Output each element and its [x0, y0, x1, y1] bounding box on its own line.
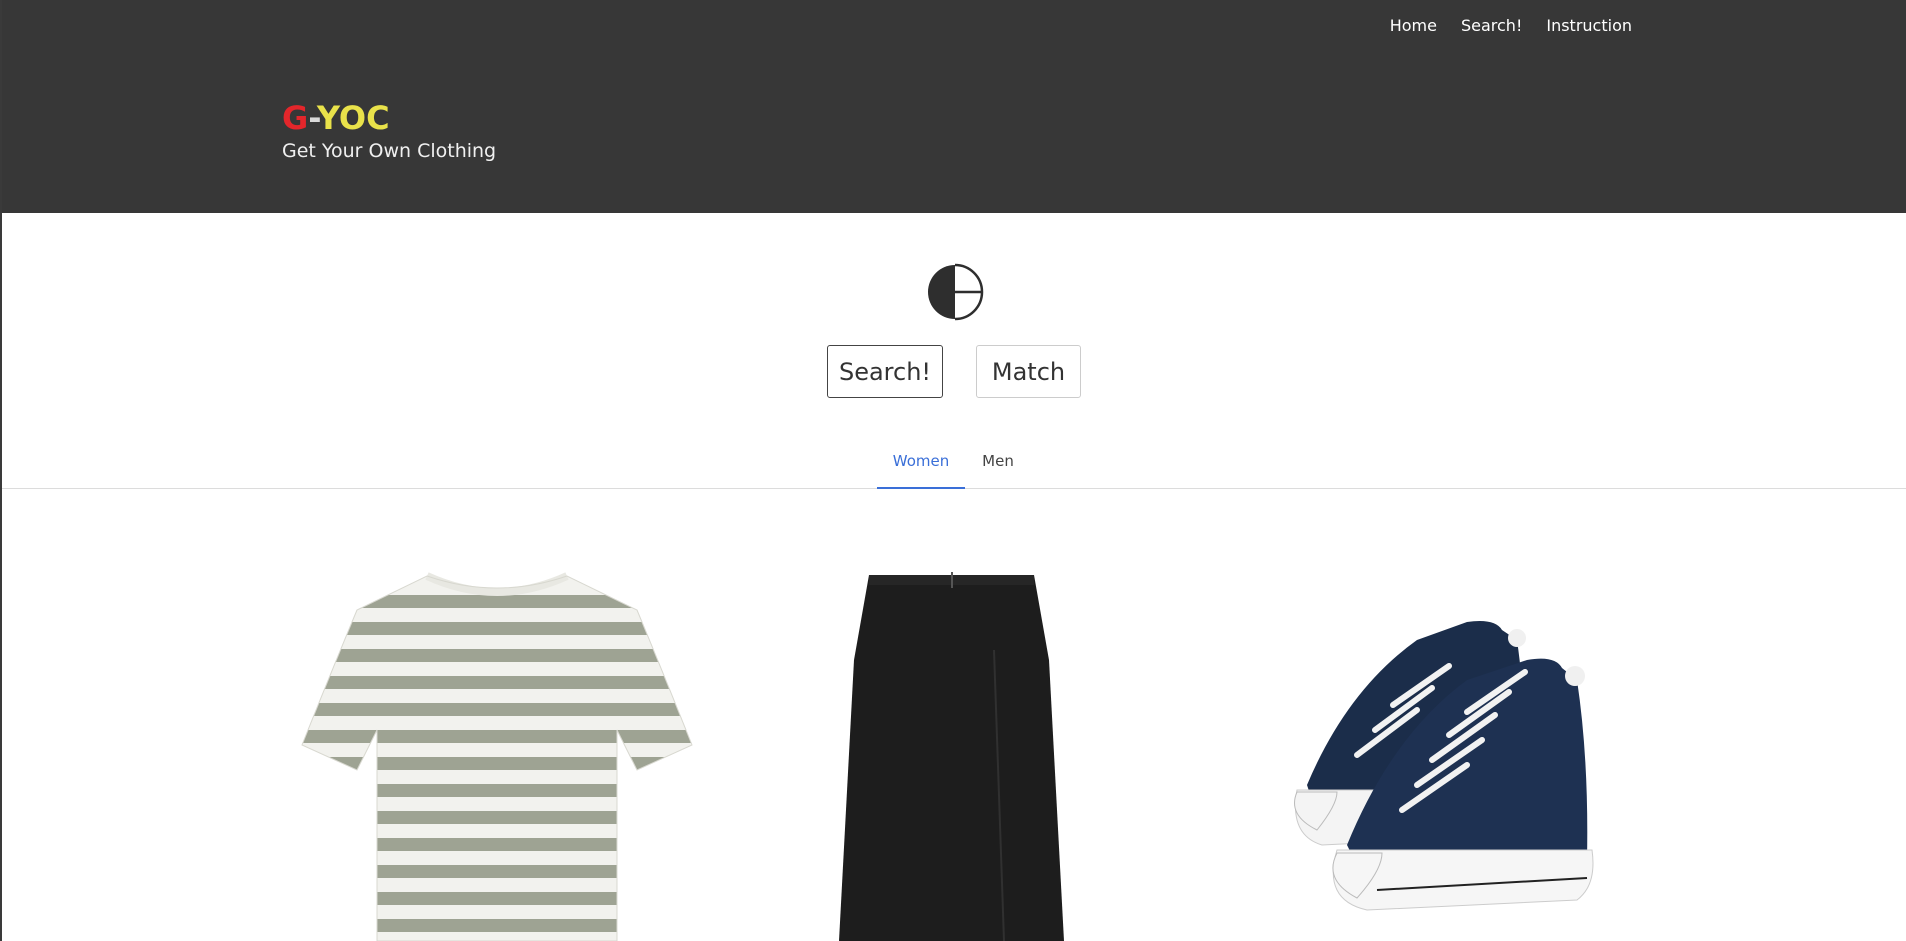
g-logo-icon: [928, 263, 984, 321]
striped-tshirt-image[interactable]: [297, 560, 697, 941]
top-nav: Home Search! Instruction: [1390, 16, 1632, 35]
match-button[interactable]: Match: [976, 345, 1081, 398]
category-tabs: Women Men: [2, 452, 1906, 489]
tab-women[interactable]: Women: [877, 452, 965, 489]
brand-title: G-YOC: [282, 100, 496, 136]
black-skirt-image[interactable]: [834, 560, 1074, 941]
brand: G-YOC Get Your Own Clothing: [282, 100, 496, 162]
brand-tagline: Get Your Own Clothing: [282, 140, 497, 162]
brand-yoc: YOC: [316, 99, 390, 137]
nav-home-link[interactable]: Home: [1390, 16, 1437, 35]
navy-sneakers-image[interactable]: [1227, 560, 1607, 941]
nav-search-link[interactable]: Search!: [1461, 16, 1522, 35]
tab-men[interactable]: Men: [970, 452, 1026, 488]
brand-dash: -: [308, 99, 317, 137]
brand-g: G: [282, 99, 309, 137]
site-header: Home Search! Instruction G-YOC Get Your …: [2, 0, 1906, 213]
page: Home Search! Instruction G-YOC Get Your …: [0, 0, 1906, 941]
nav-instruction-link[interactable]: Instruction: [1546, 16, 1632, 35]
search-button[interactable]: Search!: [827, 345, 943, 398]
